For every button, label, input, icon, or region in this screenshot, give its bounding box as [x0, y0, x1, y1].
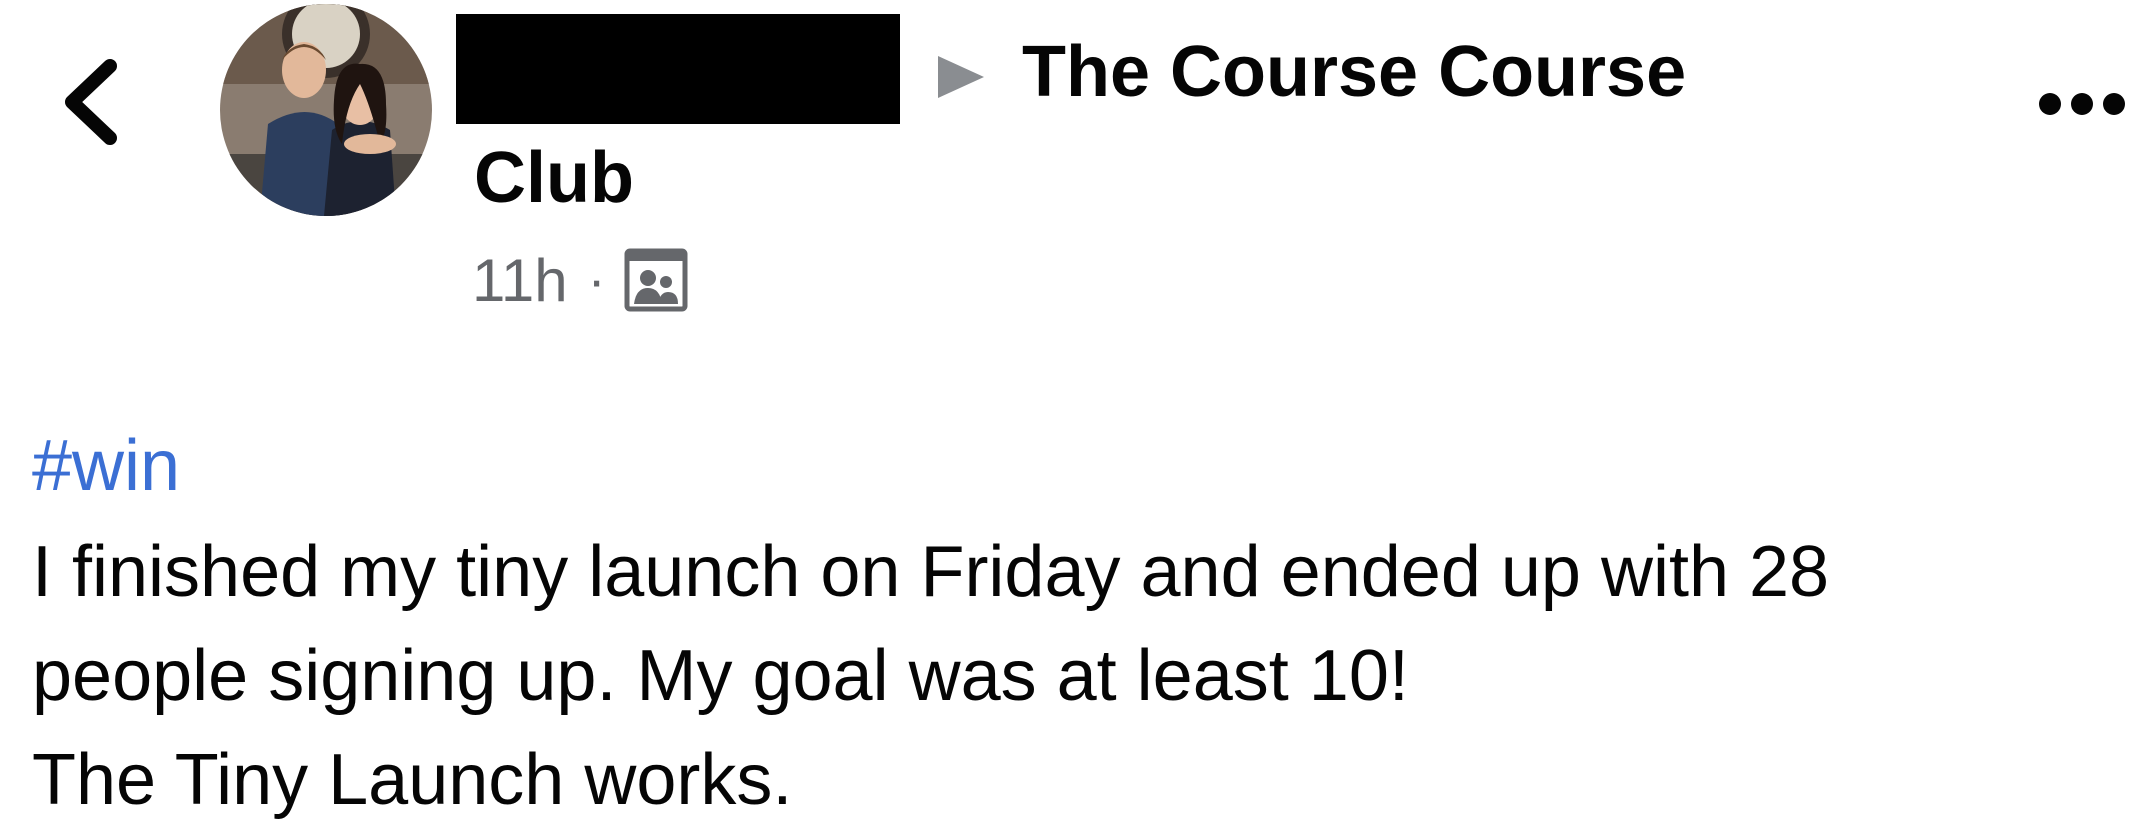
group-name[interactable]: The Course Course	[1022, 24, 1686, 120]
more-options-button[interactable]	[2036, 74, 2128, 134]
post-text-line: The Tiny Launch works.	[32, 740, 793, 820]
triangle-right-icon	[938, 56, 984, 98]
back-button[interactable]	[52, 52, 132, 152]
redaction-bar	[456, 14, 900, 124]
avatar[interactable]	[220, 4, 432, 216]
post-text-line: people signing up. My goal was at least …	[32, 636, 1409, 716]
chevron-left-icon	[65, 59, 117, 145]
group-audience-icon	[624, 248, 688, 312]
post-meta: 11h ·	[472, 236, 688, 324]
meta-separator: ·	[587, 250, 606, 310]
avatar-photo	[220, 4, 432, 216]
post-text-line: I finished my tiny launch on Friday and …	[32, 532, 1830, 612]
more-horizontal-icon	[2039, 93, 2125, 115]
timestamp[interactable]: 11h	[472, 246, 568, 315]
group-name-continued[interactable]: Club	[474, 130, 634, 226]
post-text: I finished my tiny launch on Friday and …	[32, 520, 2112, 832]
hashtag-link[interactable]: #win	[32, 418, 180, 514]
